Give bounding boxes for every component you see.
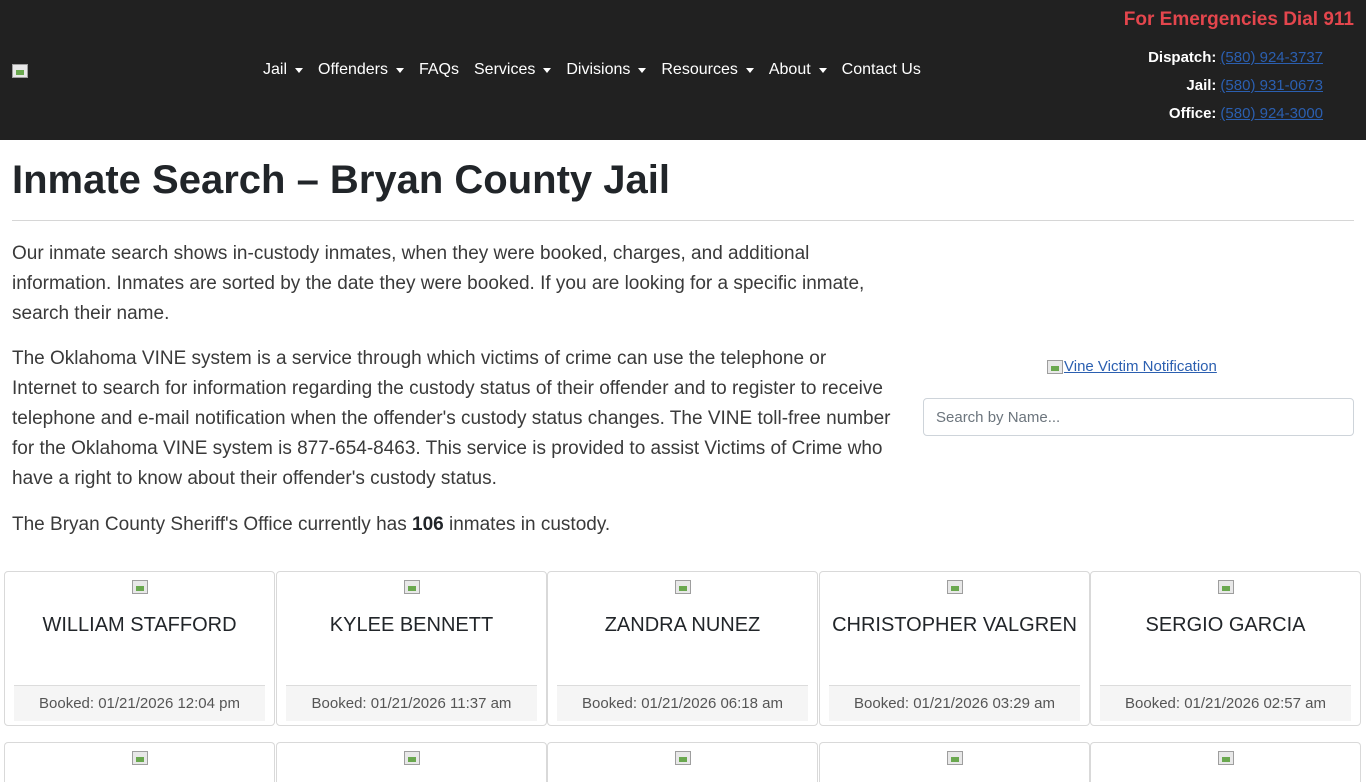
divider <box>12 220 1354 221</box>
inmate-photo <box>403 580 420 594</box>
inmate-card[interactable]: WILLIAM STAFFORD Booked: 01/21/2026 12:0… <box>4 571 275 726</box>
inmate-card[interactable]: KYLEE BENNETT Booked: 01/21/2026 11:37 a… <box>276 571 547 726</box>
jail-phone-link[interactable]: (580) 931-0673 <box>1220 77 1323 94</box>
vine-paragraph: The Oklahoma VINE system is a service th… <box>12 348 891 489</box>
dispatch-phone-link[interactable]: (580) 924-3737 <box>1220 49 1323 66</box>
inmate-photo <box>946 751 963 765</box>
inmate-photo <box>131 580 148 594</box>
inmate-photo <box>674 751 691 765</box>
emergency-notice: For Emergencies Dial 911 <box>1123 9 1354 30</box>
contact-office: Office: (580) 924-3000 <box>1168 105 1323 122</box>
nav-offenders[interactable]: Offenders <box>318 58 404 82</box>
caret-down-icon <box>818 67 827 73</box>
inmate-photo <box>1217 580 1234 594</box>
booked-date: Booked: 01/21/2026 06:18 am <box>557 685 808 721</box>
nav-faqs[interactable]: FAQs <box>419 58 459 82</box>
contact-numbers: Dispatch: (580) 924-3737 Jail: (580) 931-0… <box>1148 44 1323 128</box>
inmate-photo <box>946 580 963 594</box>
caret-down-icon <box>638 67 647 73</box>
inmate-count: 106 <box>412 514 444 535</box>
inmate-photo <box>1217 751 1234 765</box>
nav-services[interactable]: Services <box>474 58 552 82</box>
inmate-card[interactable] <box>819 742 1090 782</box>
broken-image-icon <box>1047 359 1063 374</box>
site-logo[interactable] <box>12 64 28 80</box>
nav-jail[interactable]: Jail <box>263 58 304 82</box>
booked-date: Booked: 01/21/2026 03:29 am <box>829 685 1080 721</box>
office-phone-link[interactable]: (580) 924-3000 <box>1220 105 1323 122</box>
caret-down-icon <box>295 67 304 73</box>
inmate-count-text: The Bryan County Sheriff's Office curren… <box>12 514 611 535</box>
booked-date: Booked: 01/21/2026 12:04 pm <box>14 685 265 721</box>
inmate-card[interactable] <box>4 742 275 782</box>
nav-divisions[interactable]: Divisions <box>566 58 647 82</box>
search-input[interactable] <box>923 398 1354 436</box>
inmate-card[interactable] <box>547 742 818 782</box>
page-title: Inmate Search – Bryan County Jail <box>12 158 671 202</box>
broken-image-icon <box>12 64 28 78</box>
caret-down-icon <box>543 67 552 73</box>
inmate-name: WILLIAM STAFFORD <box>42 614 237 636</box>
inmate-card[interactable]: ZANDRA NUNEZ Booked: 01/21/2026 06:18 am <box>547 571 818 726</box>
inmate-card[interactable] <box>276 742 547 782</box>
inmate-name: KYLEE BENNETT <box>329 614 494 636</box>
inmate-card[interactable]: CHRISTOPHER VALGREN Booked: 01/21/2026 0… <box>819 571 1090 726</box>
contact-dispatch: Dispatch: (580) 924-3737 <box>1148 49 1323 66</box>
inmate-name: ZANDRA NUNEZ <box>604 614 761 636</box>
intro-paragraph: Our inmate search shows in-custody inmat… <box>12 243 865 324</box>
inmate-photo <box>131 751 148 765</box>
nav-about[interactable]: About <box>769 58 827 82</box>
main-nav: Jail Offenders FAQs Services Divisions R… <box>263 58 936 82</box>
inmate-card[interactable]: SERGIO GARCIA Booked: 01/21/2026 02:57 a… <box>1090 571 1361 726</box>
inmate-name: CHRISTOPHER VALGREN <box>832 614 1077 636</box>
booked-date: Booked: 01/21/2026 02:57 am <box>1100 685 1351 721</box>
caret-down-icon <box>745 67 754 73</box>
vine-notification-link[interactable]: Vine Victim Notification <box>1047 358 1217 375</box>
contact-jail: Jail: (580) 931-0673 <box>1186 77 1323 94</box>
inmate-photo <box>403 751 420 765</box>
nav-contact-us[interactable]: Contact Us <box>842 58 921 82</box>
caret-down-icon <box>395 67 404 73</box>
inmate-name: SERGIO GARCIA <box>1145 614 1306 636</box>
inmate-photo <box>674 580 691 594</box>
inmate-card[interactable] <box>1090 742 1361 782</box>
nav-resources[interactable]: Resources <box>661 58 754 82</box>
booked-date: Booked: 01/21/2026 11:37 am <box>286 685 537 721</box>
site-header: Jail Offenders FAQs Services Divisions R… <box>0 0 1366 140</box>
